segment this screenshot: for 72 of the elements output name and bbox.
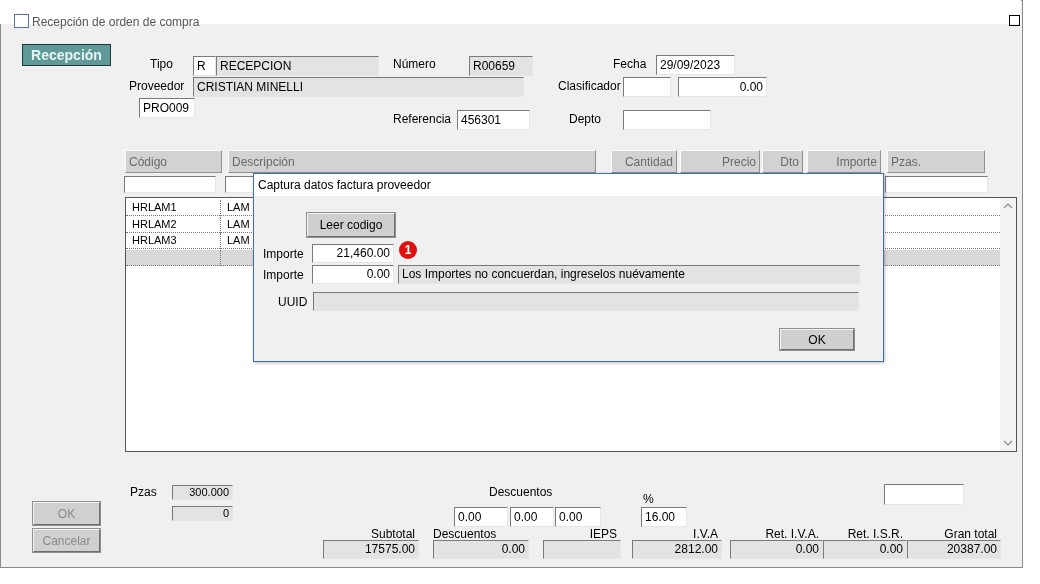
column-header[interactable]: Dto — [762, 150, 803, 173]
scroll-down-icon — [1003, 440, 1013, 446]
field-label: Número — [393, 56, 436, 72]
table-cell-text: LAM — [226, 200, 251, 215]
field-label: I.V.A — [692, 526, 718, 542]
input-field[interactable]: 29/09/2023 — [656, 55, 735, 75]
discount-field[interactable]: 0.00 — [510, 507, 554, 527]
input-field[interactable] — [884, 484, 964, 505]
total-field[interactable]: 0.00 — [823, 540, 907, 559]
input-field[interactable]: PRO009 — [139, 98, 195, 118]
table-cell-text: HRLAM1 — [131, 200, 178, 215]
scroll-bar[interactable] — [1000, 198, 1016, 451]
column-header[interactable]: Cantidad — [611, 150, 677, 173]
discount-field[interactable]: 0.00 — [555, 507, 601, 527]
total-field[interactable]: 17575.00 — [323, 540, 419, 559]
input-field[interactable] — [623, 77, 671, 97]
column-header[interactable]: Importe — [807, 150, 881, 173]
field-label: Importe — [263, 246, 304, 262]
column-header[interactable]: Código — [125, 150, 222, 173]
field-label: Descuentos — [489, 484, 553, 500]
field-label: Proveedor — [129, 78, 185, 94]
column-header[interactable]: Precio — [680, 150, 760, 173]
read-code-button[interactable]: Leer codigo — [307, 213, 395, 237]
window-title: Recepción de orden de compra — [32, 14, 200, 30]
dialog-title: Captura datos factura proveedor — [258, 177, 431, 193]
amount-field[interactable]: 21,460.00 — [312, 244, 394, 263]
field-label: Clasificador — [558, 78, 621, 94]
field-label: Gran total — [943, 526, 997, 542]
readonly-field[interactable]: RECEPCION — [216, 56, 379, 76]
total-field[interactable]: 0.00 — [730, 540, 823, 559]
input-field[interactable] — [623, 110, 711, 130]
readonly-field[interactable]: CRISTIAN MINELLI — [193, 77, 524, 97]
field-label: Pzas — [130, 484, 157, 500]
filter-field[interactable] — [124, 176, 216, 193]
field-label: % — [643, 492, 654, 506]
scroll-up-icon — [1003, 203, 1013, 209]
marker-badge: 1 — [399, 241, 417, 259]
readonly-field[interactable]: 0 — [172, 506, 233, 521]
amount-field[interactable]: 0.00 — [312, 265, 394, 284]
readonly-field[interactable]: R00659 — [469, 56, 533, 76]
total-field[interactable]: 20387.00 — [907, 540, 1001, 559]
field-label: UUID — [278, 294, 308, 310]
total-field[interactable]: 0.00 — [433, 540, 529, 559]
field-label: Tipo — [150, 56, 173, 72]
column-header[interactable]: Pzas. — [887, 150, 985, 173]
column-header[interactable]: Descripción — [228, 150, 596, 173]
input-field[interactable]: 456301 — [457, 110, 530, 130]
field-label: Importe — [263, 267, 304, 283]
ok-button[interactable]: OK — [780, 329, 854, 350]
field-label: Subtotal — [369, 526, 415, 542]
table-cell-text: HRLAM3 — [131, 233, 178, 248]
table-cell-text: LAM — [226, 233, 251, 248]
field-label: Depto — [569, 111, 602, 127]
total-field[interactable] — [543, 540, 621, 559]
message-field[interactable]: Los Importes no concuerdan, ingreselos nuévamente — [398, 265, 860, 284]
field-label: Fecha — [613, 56, 647, 72]
table-cell-text: LAM — [226, 216, 251, 232]
field-label: Ret. I.S.R. — [846, 526, 903, 542]
field-label: Referencia — [393, 111, 452, 127]
uuid-field[interactable] — [313, 292, 859, 311]
field-label: IEPS — [588, 526, 617, 542]
input-field[interactable]: 0.00 — [678, 77, 767, 97]
discount-field[interactable]: 0.00 — [454, 507, 508, 527]
field-label: Ret. I.V.A. — [764, 526, 819, 542]
field-label: Descuentos — [433, 526, 498, 542]
filter-field[interactable] — [885, 176, 988, 193]
readonly-field[interactable]: 300.000 — [172, 485, 233, 500]
tax-rate-field[interactable]: 16.00 — [641, 507, 687, 527]
total-field[interactable]: 2812.00 — [632, 540, 722, 559]
input-field[interactable]: R — [193, 56, 216, 76]
table-cell-text: HRLAM2 — [131, 216, 178, 232]
maximize-icon — [1009, 15, 1020, 26]
